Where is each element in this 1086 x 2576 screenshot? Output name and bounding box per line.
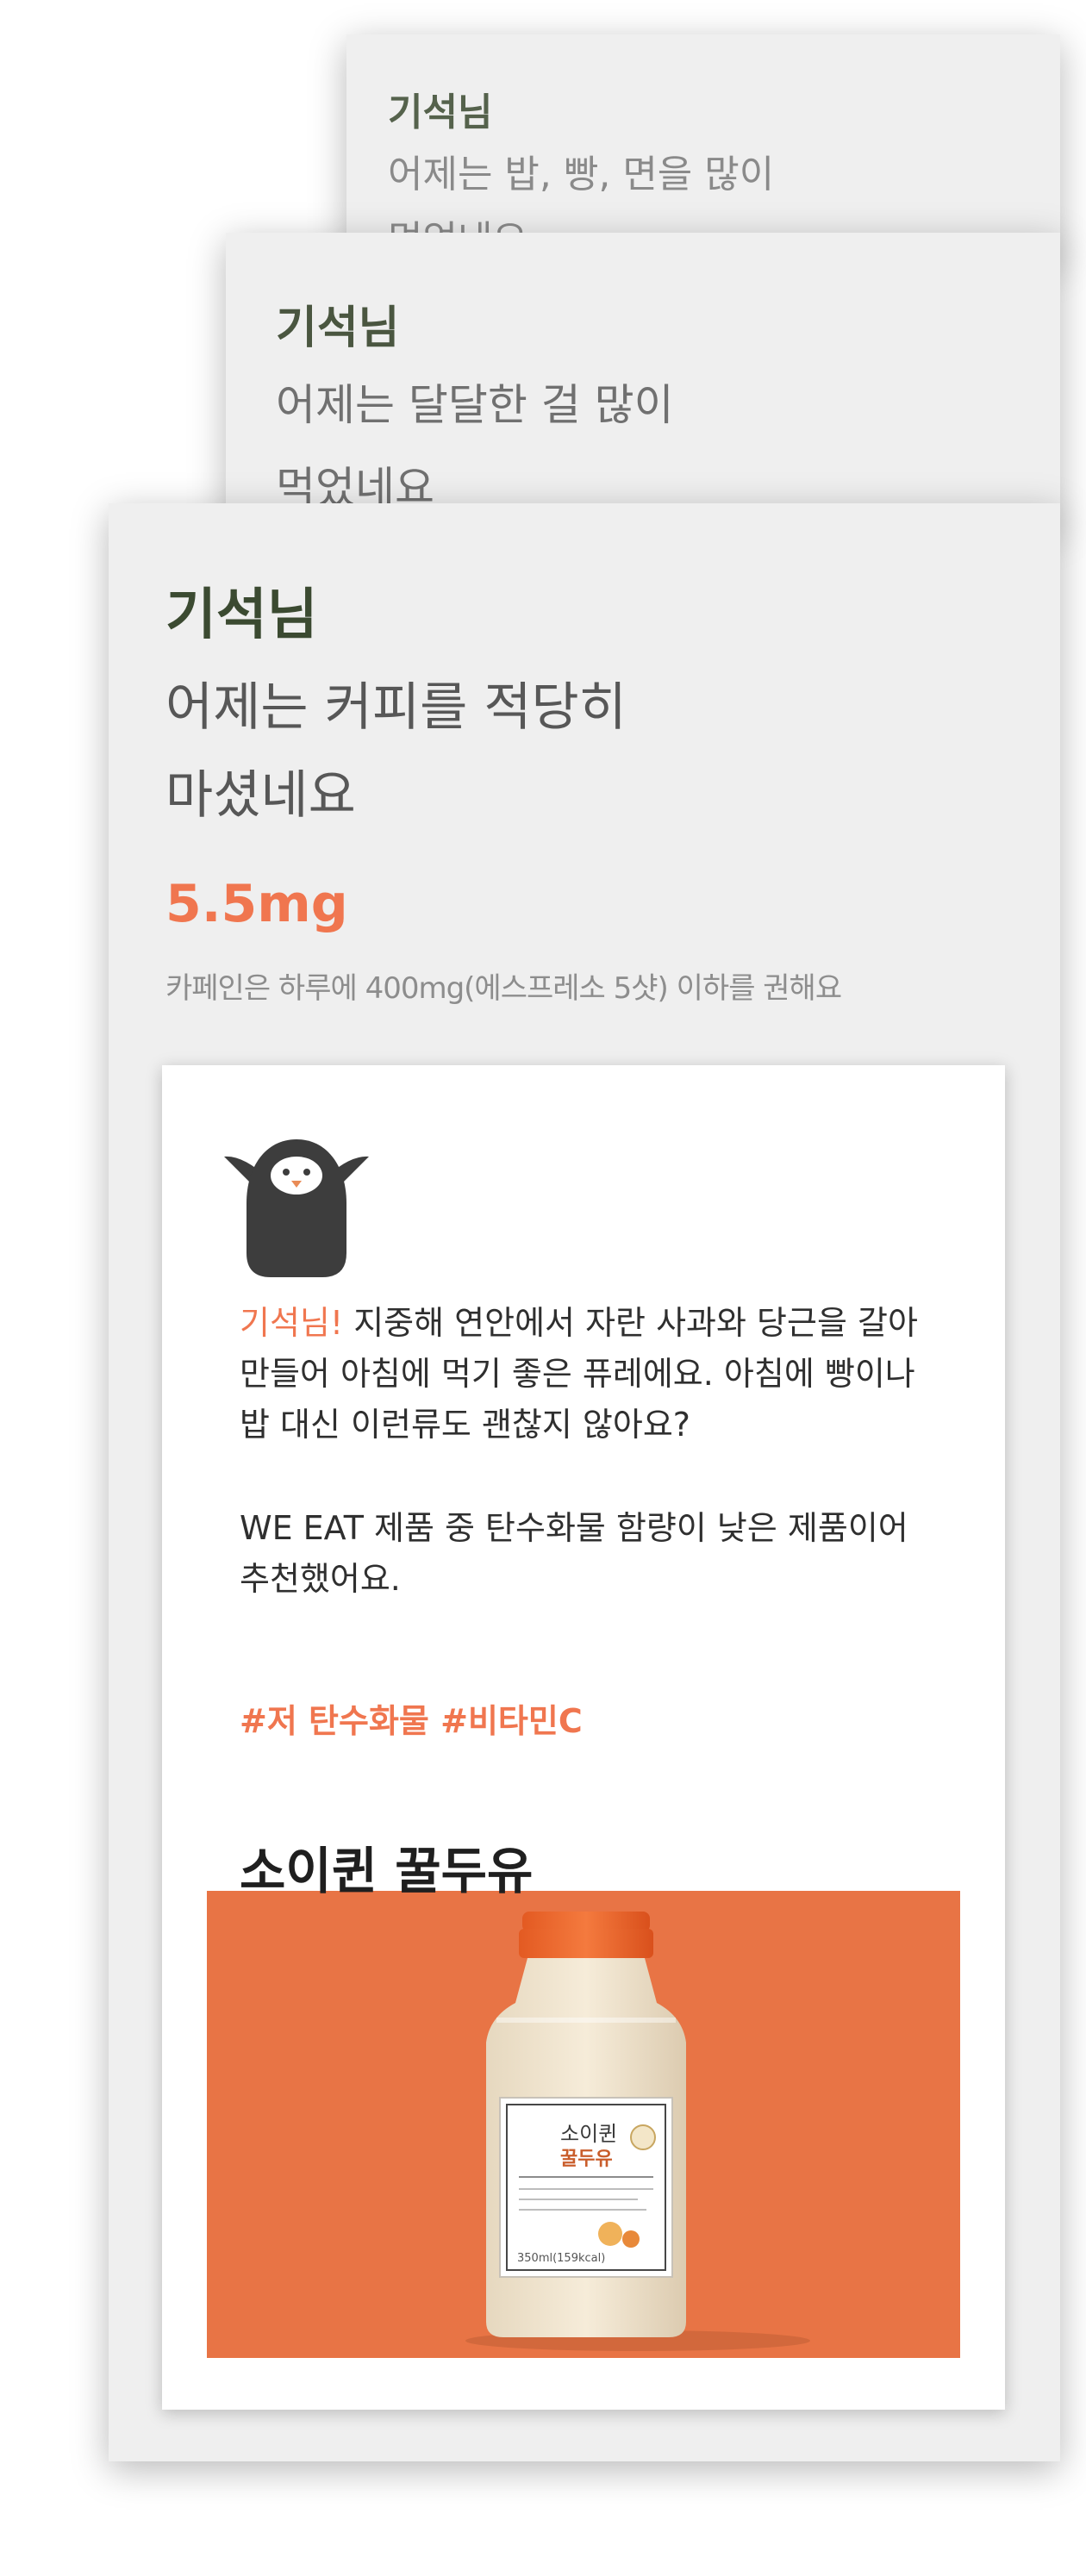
summary-card-caffeine[interactable]: 기석님 어제는 커피를 적당히 마셨네요 5.5mg 카페인은 하루에 400m…	[109, 503, 1060, 2461]
summary-card-sugar[interactable]: 기석님 어제는 달달한 걸 많이 먹었네요	[226, 233, 1060, 526]
summary-card-carbs[interactable]: 기석님 어제는 밥, 빵, 면을 많이 먹었네요	[346, 34, 1060, 259]
recommendation-line-5: 추천했어요.	[240, 1560, 401, 1598]
recommendation-line-3: 밥 대신 이런류도 괜찮지 않아요?	[240, 1406, 690, 1444]
caffeine-amount: 5.5mg	[165, 874, 348, 934]
user-name: 기석님	[276, 303, 400, 354]
recommendation-line-1: 기석님! 지중해 연안에서 자란 사과와 당근을 갈아	[240, 1304, 918, 1342]
recommendation-line-4: WE EAT 제품 중 탄수화물 함량이 낮은 제품이어	[240, 1509, 908, 1547]
product-image[interactable]: 소이퀸 꿀두유 350ml(159kcal)	[207, 1891, 960, 2358]
recommendation-line-2: 만들어 아침에 먹기 좋은 퓨레에요. 아침에 빵이나	[240, 1355, 915, 1393]
summary-line-1: 어제는 커피를 적당히	[165, 677, 627, 738]
recommendation-card[interactable]: 기석님! 지중해 연안에서 자란 사과와 당근을 갈아 만들어 아침에 먹기 좋…	[162, 1065, 1005, 2410]
summary-line-2: 마셨네요	[165, 765, 356, 826]
bottle-flavor: 꿀두유	[560, 2149, 613, 2170]
user-name: 기석님	[388, 90, 493, 134]
summary-line-1: 어제는 밥, 빵, 면을 많이	[388, 153, 775, 196]
caffeine-guideline: 카페인은 하루에 400mg(에스프레소 5샷) 이하를 권해요	[165, 971, 842, 1006]
summary-line-1: 어제는 달달한 걸 많이	[276, 380, 674, 430]
penguin-icon	[221, 1132, 372, 1288]
bottle-brand: 소이퀸	[560, 2122, 617, 2146]
hashtags[interactable]: #저 탄수화물 #비타민C	[240, 1694, 583, 1742]
user-name: 기석님	[165, 583, 318, 647]
product-name[interactable]: 소이퀸 꿀두유	[240, 1831, 533, 1903]
greeting: 기석님!	[240, 1304, 344, 1342]
bottle-volume: 350ml(159kcal)	[517, 2252, 605, 2265]
